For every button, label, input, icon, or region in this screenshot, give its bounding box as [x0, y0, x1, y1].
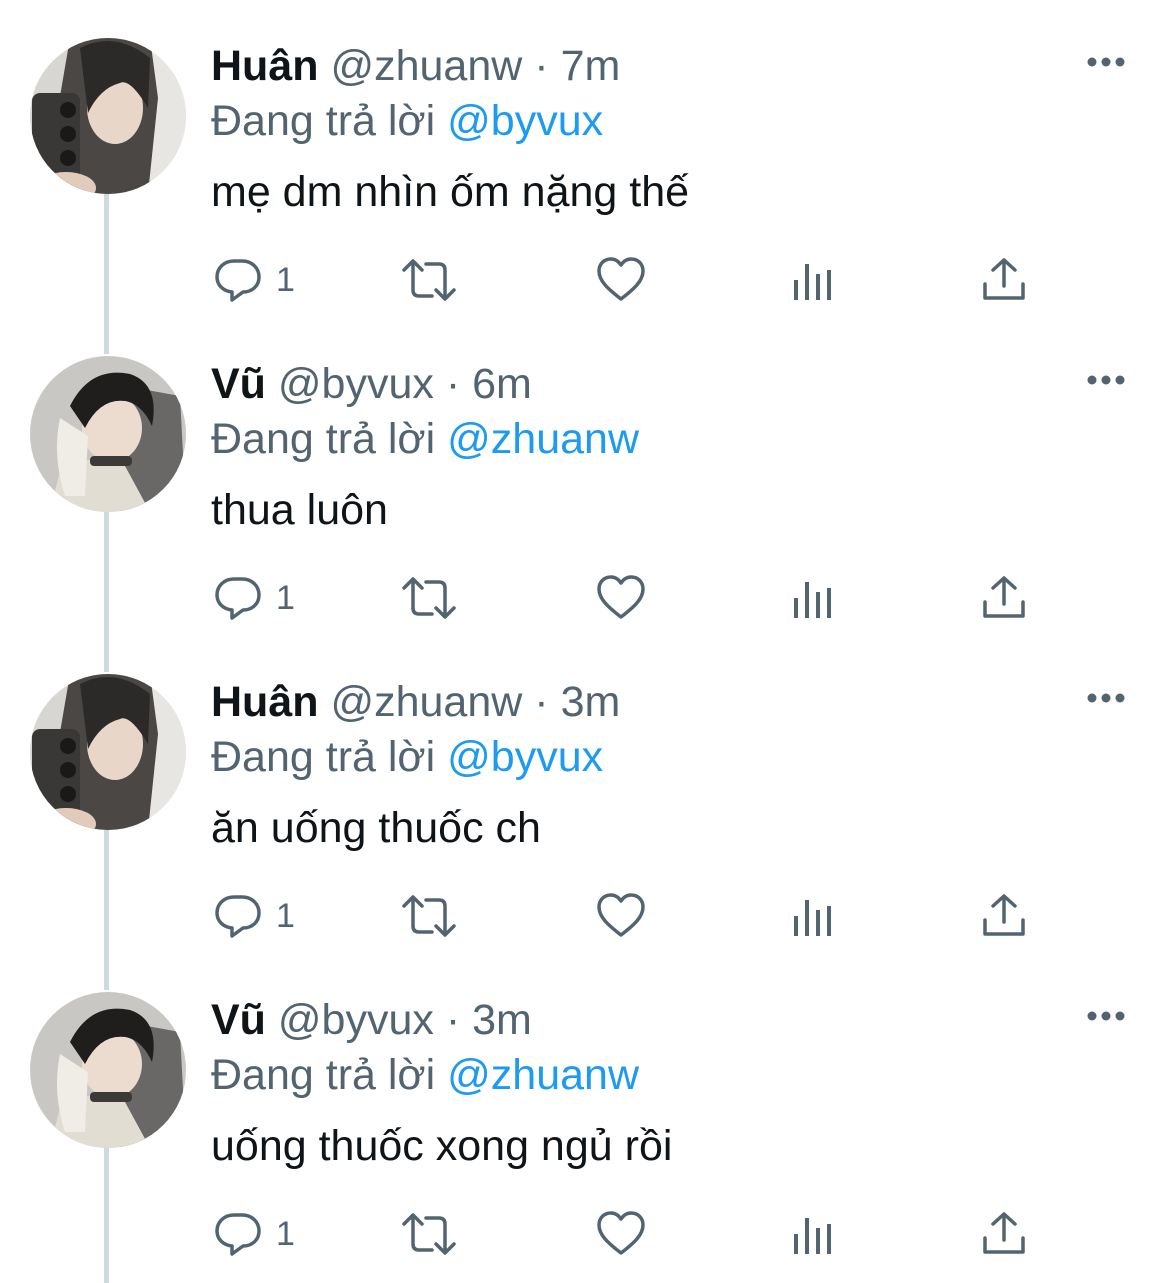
like-button[interactable]: [596, 250, 646, 310]
views-button[interactable]: [792, 1204, 834, 1264]
reply-count: 1: [276, 260, 295, 299]
share-icon: [980, 1210, 1028, 1258]
separator: ·: [534, 42, 549, 90]
tweet-text: mẹ dm nhìn ốm nặng thế: [211, 168, 690, 216]
mention-link[interactable]: @byvux: [447, 733, 603, 781]
like-icon: [596, 892, 646, 940]
action-bar: 1: [0, 886, 1170, 946]
tweet-header: Huân @zhuanw · 7m: [211, 40, 620, 92]
reply-count: 1: [276, 896, 295, 935]
views-icon: [792, 892, 834, 940]
share-icon: [980, 574, 1028, 622]
like-button[interactable]: [596, 886, 646, 946]
user-handle[interactable]: @zhuanw: [330, 42, 522, 90]
tweet-text: thua luôn: [211, 486, 388, 534]
user-handle[interactable]: @byvux: [278, 996, 434, 1044]
user-handle[interactable]: @zhuanw: [330, 678, 522, 726]
tweet-header: Huân @zhuanw · 3m: [211, 676, 620, 728]
tweet[interactable]: Vũ @byvux · 6m Đang trả lời @zhuanw thua…: [0, 318, 1170, 636]
tweet[interactable]: Huân @zhuanw · 7m Đang trả lời @byvux mẹ…: [0, 0, 1170, 318]
avatar[interactable]: [30, 674, 186, 830]
mention-link[interactable]: @zhuanw: [447, 415, 639, 463]
share-button[interactable]: [980, 886, 1028, 946]
reply-icon: [214, 892, 262, 940]
tweet-header: Vũ @byvux · 3m: [211, 994, 532, 1046]
replying-to-label: Đang trả lời: [211, 97, 436, 145]
more-icon[interactable]: [1086, 370, 1126, 390]
more-icon[interactable]: [1086, 52, 1126, 72]
replying-to-label: Đang trả lời: [211, 1051, 436, 1099]
action-bar: 1: [0, 568, 1170, 628]
action-bar: 1: [0, 1204, 1170, 1264]
retweet-button[interactable]: [400, 886, 458, 946]
retweet-button[interactable]: [400, 250, 458, 310]
retweet-icon: [400, 574, 458, 622]
avatar[interactable]: [30, 38, 186, 194]
avatar[interactable]: [30, 992, 186, 1148]
like-icon: [596, 256, 646, 304]
share-icon: [980, 256, 1028, 304]
reply-button[interactable]: 1: [214, 886, 295, 946]
display-name[interactable]: Vũ: [211, 360, 266, 408]
replying-to: Đang trả lời @zhuanw: [211, 413, 639, 465]
timestamp[interactable]: 6m: [472, 360, 532, 408]
share-button[interactable]: [980, 250, 1028, 310]
like-button[interactable]: [596, 568, 646, 628]
tweet-header: Vũ @byvux · 6m: [211, 358, 532, 410]
mention-link[interactable]: @zhuanw: [447, 1051, 639, 1099]
retweet-button[interactable]: [400, 1204, 458, 1264]
separator: ·: [534, 678, 549, 726]
retweet-icon: [400, 256, 458, 304]
like-icon: [596, 574, 646, 622]
timestamp[interactable]: 3m: [561, 678, 621, 726]
timestamp[interactable]: 3m: [472, 996, 532, 1044]
views-icon: [792, 574, 834, 622]
action-bar: 1: [0, 250, 1170, 310]
tweet-text: ăn uống thuốc ch: [211, 804, 541, 852]
display-name[interactable]: Huân: [211, 678, 319, 726]
reply-icon: [214, 574, 262, 622]
reply-count: 1: [276, 578, 295, 617]
retweet-icon: [400, 892, 458, 940]
reply-button[interactable]: 1: [214, 1204, 295, 1264]
reply-icon: [214, 1210, 262, 1258]
views-icon: [792, 1210, 834, 1258]
views-icon: [792, 256, 834, 304]
separator: ·: [445, 996, 461, 1044]
separator: ·: [445, 360, 461, 408]
user-handle[interactable]: @byvux: [278, 360, 434, 408]
more-icon[interactable]: [1086, 688, 1126, 708]
share-icon: [980, 892, 1028, 940]
tweet[interactable]: Huân @zhuanw · 3m Đang trả lời @byvux ăn…: [0, 636, 1170, 954]
tweet[interactable]: Vũ @byvux · 3m Đang trả lời @zhuanw uống…: [0, 954, 1170, 1272]
replying-to-label: Đang trả lời: [211, 733, 436, 781]
retweet-icon: [400, 1210, 458, 1258]
more-icon[interactable]: [1086, 1006, 1126, 1026]
views-button[interactable]: [792, 250, 834, 310]
tweet-text: uống thuốc xong ngủ rồi: [211, 1122, 673, 1170]
display-name[interactable]: Huân: [211, 42, 319, 90]
replying-to-label: Đang trả lời: [211, 415, 436, 463]
mention-link[interactable]: @byvux: [447, 97, 603, 145]
replying-to: Đang trả lời @zhuanw: [211, 1049, 639, 1101]
timestamp[interactable]: 7m: [561, 42, 621, 90]
views-button[interactable]: [792, 568, 834, 628]
replying-to: Đang trả lời @byvux: [211, 95, 603, 147]
replying-to: Đang trả lời @byvux: [211, 731, 603, 783]
reply-button[interactable]: 1: [214, 568, 295, 628]
reply-button[interactable]: 1: [214, 250, 295, 310]
views-button[interactable]: [792, 886, 834, 946]
reply-count: 1: [276, 1214, 295, 1253]
share-button[interactable]: [980, 1204, 1028, 1264]
display-name[interactable]: Vũ: [211, 996, 266, 1044]
reply-icon: [214, 256, 262, 304]
share-button[interactable]: [980, 568, 1028, 628]
like-button[interactable]: [596, 1204, 646, 1264]
like-icon: [596, 1210, 646, 1258]
avatar[interactable]: [30, 356, 186, 512]
retweet-button[interactable]: [400, 568, 458, 628]
